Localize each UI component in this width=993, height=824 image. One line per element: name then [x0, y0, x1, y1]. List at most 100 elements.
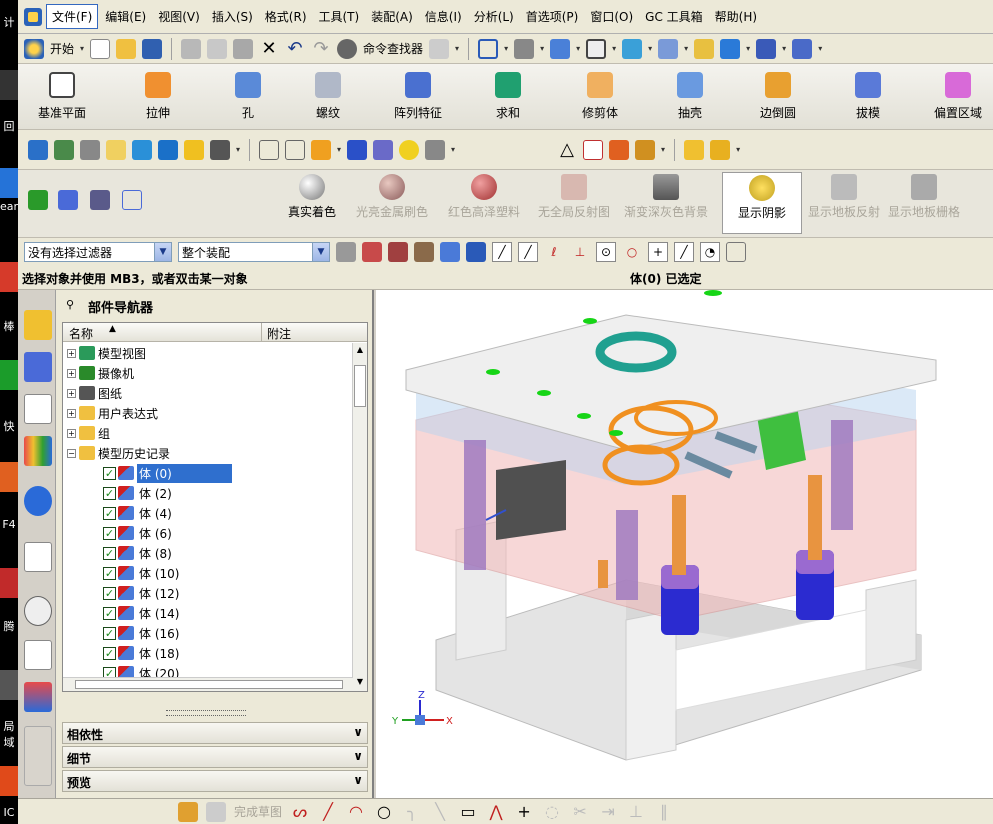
menu-edit[interactable]: 编辑(E) — [100, 5, 151, 28]
wrench-icon[interactable] — [694, 38, 715, 59]
coil-icon[interactable] — [373, 139, 394, 160]
visibility-checkbox[interactable]: ✓ — [103, 526, 116, 540]
roles-tab-icon[interactable] — [24, 682, 52, 712]
background-icon[interactable] — [586, 38, 607, 59]
finish-sketch-icon[interactable] — [206, 801, 226, 822]
visibility-checkbox[interactable]: ✓ — [103, 486, 116, 500]
collapse-icon[interactable]: − — [67, 448, 76, 458]
tree-node[interactable]: − 模型历史记录 — [67, 443, 357, 463]
hole-button[interactable]: 孔 — [208, 70, 288, 126]
draft-button[interactable]: 拔模 — [828, 70, 908, 126]
chevron-down-icon[interactable]: ▾ — [455, 44, 459, 53]
body-row[interactable]: ✓ 体 (4) — [103, 503, 367, 523]
chevron-down-icon[interactable]: ∨ — [353, 749, 363, 763]
chevron-down-icon[interactable]: ▾ — [337, 145, 341, 154]
menu-gc-toolbox[interactable]: GC 工具箱 — [640, 5, 708, 28]
chevron-down-icon[interactable]: ∨ — [353, 773, 363, 787]
body-row[interactable]: ✓ 体 (14) — [103, 603, 367, 623]
pin-icon[interactable]: ⚲ — [66, 298, 74, 311]
shading-icon[interactable] — [514, 38, 535, 59]
desktop-app-icon[interactable] — [0, 70, 18, 100]
command-finder-button[interactable]: 命令查找器 — [363, 40, 423, 57]
copy-icon[interactable] — [207, 38, 228, 59]
edge-blend-button[interactable]: 边倒圆 — [738, 70, 818, 126]
point-icon[interactable] — [362, 242, 382, 262]
chevron-down-icon[interactable]: ▾ — [746, 44, 750, 53]
floor-reflection-button[interactable]: 显示地板反射 — [800, 172, 888, 234]
menu-view[interactable]: 视图(V) — [153, 5, 205, 28]
body-row[interactable]: ✓ 体 (0) — [103, 463, 367, 483]
body-row[interactable]: ✓ 体 (18) — [103, 643, 367, 663]
paste-icon[interactable] — [233, 38, 254, 59]
scroll-thumb[interactable] — [354, 365, 366, 407]
desktop-app-icon[interactable] — [0, 168, 18, 198]
arc-icon[interactable]: ◠ — [346, 802, 366, 822]
reuse-library-tab-icon[interactable] — [24, 436, 52, 466]
horizontal-scrollbar[interactable] — [63, 677, 353, 691]
snap-icon[interactable] — [756, 38, 777, 59]
red-plastic-button[interactable]: 红色高泽塑料 — [440, 172, 528, 234]
expand-icon[interactable]: + — [67, 348, 76, 358]
circle-icon[interactable]: ○ — [374, 802, 394, 822]
chevron-down-icon[interactable]: ▼ — [154, 243, 171, 261]
body-row[interactable]: ✓ 体 (12) — [103, 583, 367, 603]
pencil-icon[interactable] — [106, 139, 126, 160]
face-select-icon[interactable] — [440, 242, 460, 262]
tree-node[interactable]: + 用户表达式 — [67, 403, 357, 423]
column-note-header[interactable]: 附注 — [267, 325, 291, 342]
scroll-down-icon[interactable]: ▼ — [354, 677, 366, 689]
delete-icon[interactable]: ✕ — [259, 38, 279, 59]
stack-icon[interactable] — [80, 139, 100, 160]
mold-base-icon[interactable] — [710, 139, 731, 160]
details-panel[interactable]: 细节 ∨ — [62, 746, 368, 768]
layer-icon[interactable] — [54, 139, 74, 160]
history-tab-icon[interactable] — [24, 596, 52, 626]
unite-button[interactable]: 求和 — [468, 70, 548, 126]
vertex-icon[interactable] — [414, 242, 434, 262]
visibility-checkbox[interactable]: ✓ — [103, 546, 116, 560]
cut-icon[interactable] — [181, 38, 202, 59]
chevron-down-icon[interactable]: ▾ — [782, 44, 786, 53]
body-row[interactable]: ✓ 体 (2) — [103, 483, 367, 503]
chevron-down-icon[interactable]: ▾ — [684, 44, 688, 53]
offset-region-button[interactable]: 偏置区域 — [923, 70, 993, 126]
orient-view-icon[interactable] — [658, 38, 679, 59]
snap-midpoint-icon[interactable]: ╱ — [518, 242, 538, 262]
datum-plane-button[interactable]: 基准平面 — [22, 70, 102, 126]
finish-sketch-button[interactable]: 完成草图 — [234, 803, 282, 820]
thread-button[interactable]: 螺纹 — [288, 70, 368, 126]
chamfer-icon[interactable]: ╲ — [430, 802, 450, 822]
visibility-checkbox[interactable]: ✓ — [103, 626, 116, 640]
show-shadow-button[interactable]: 显示阴影 — [722, 172, 802, 234]
save-icon[interactable] — [142, 38, 163, 59]
rectangle-icon[interactable]: ▭ — [458, 802, 478, 822]
analysis-icon[interactable] — [311, 139, 332, 160]
start-button[interactable]: 开始 — [50, 40, 74, 57]
desktop-app-icon[interactable] — [0, 766, 18, 796]
chevron-down-icon[interactable]: ▾ — [661, 145, 665, 154]
snap-curve-icon[interactable]: ℓ — [544, 242, 564, 262]
info-tab-icon[interactable] — [24, 486, 52, 516]
expand-icon[interactable]: + — [67, 388, 76, 398]
visibility-checkbox[interactable]: ✓ — [103, 506, 116, 520]
body-select-icon[interactable] — [466, 242, 486, 262]
axes-icon[interactable] — [122, 190, 142, 210]
visibility-checkbox[interactable]: ✓ — [103, 606, 116, 620]
visibility-checkbox[interactable]: ✓ — [103, 566, 116, 580]
weld-icon[interactable] — [609, 139, 630, 160]
menu-analysis[interactable]: 分析(L) — [469, 5, 519, 28]
floor-grid-button[interactable]: 显示地板栅格 — [880, 172, 968, 234]
intersection-icon[interactable] — [388, 242, 408, 262]
body-row[interactable]: ✓ 体 (8) — [103, 543, 367, 563]
mold-assembly-model[interactable]: Z X Y — [376, 290, 993, 798]
chevron-down-icon[interactable]: ▾ — [576, 44, 580, 53]
undo-icon[interactable]: ↶ — [285, 38, 305, 59]
desktop-app-icon[interactable] — [0, 568, 18, 598]
desktop-app-icon[interactable] — [0, 670, 18, 700]
text-icon[interactable] — [210, 139, 230, 160]
table-edit-icon[interactable] — [90, 190, 110, 210]
snap-quadrant-icon[interactable]: ○ — [622, 242, 642, 262]
expand-icon[interactable]: + — [67, 368, 76, 378]
menu-file[interactable]: 文件(F) — [46, 4, 99, 29]
tree-node[interactable]: + 模型视图 — [67, 343, 357, 363]
